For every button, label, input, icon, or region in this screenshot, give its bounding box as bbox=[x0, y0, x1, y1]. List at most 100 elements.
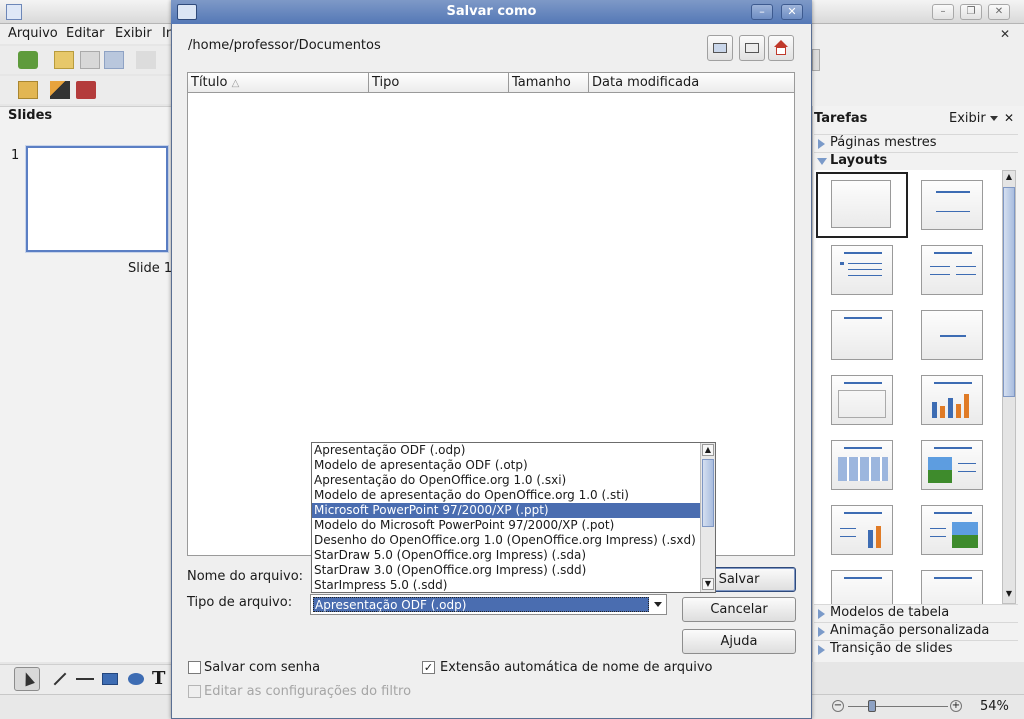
layout-title-chart[interactable] bbox=[921, 375, 983, 425]
filetype-option-highlighted[interactable]: Microsoft PowerPoint 97/2000/XP (.ppt) bbox=[312, 503, 702, 518]
layout-centered-text[interactable] bbox=[921, 310, 983, 360]
arrow-line-tool-icon[interactable] bbox=[76, 678, 94, 680]
layout-title-slide[interactable] bbox=[831, 310, 893, 360]
expand-triangle-icon bbox=[818, 627, 825, 637]
filetype-option[interactable]: StarDraw 3.0 (OpenOffice.org Impress) (.… bbox=[312, 563, 702, 578]
tasks-view-menu[interactable]: Exibir bbox=[949, 111, 986, 126]
zoom-slider-thumb[interactable] bbox=[868, 700, 876, 712]
toolbar-dropdown-icon[interactable] bbox=[812, 49, 820, 71]
task-label: Layouts bbox=[830, 153, 888, 168]
menu-arquivo[interactable]: Arquivo bbox=[8, 26, 58, 41]
view-dropdown-icon[interactable] bbox=[990, 116, 998, 121]
expand-triangle-icon bbox=[818, 645, 825, 655]
task-slide-transition[interactable]: Transição de slides bbox=[814, 640, 1018, 658]
filetype-option[interactable]: Apresentação ODF (.odp) bbox=[312, 443, 702, 458]
layout-title-content[interactable] bbox=[831, 245, 893, 295]
close-doc-icon[interactable]: ✕ bbox=[1000, 27, 1010, 41]
new-folder-icon[interactable] bbox=[739, 35, 765, 61]
right-toolbar-area: ✕ bbox=[812, 24, 1024, 106]
dialog-title: Salvar como bbox=[446, 4, 537, 19]
layouts-scrollbar[interactable]: ▲ ▼ bbox=[1002, 170, 1016, 604]
text-tool-icon[interactable]: T bbox=[152, 668, 165, 689]
column-title[interactable]: Título △ bbox=[188, 73, 369, 93]
layout-text-chart[interactable] bbox=[831, 505, 893, 555]
task-label: Animação personalizada bbox=[830, 623, 990, 638]
save-icon[interactable] bbox=[80, 51, 100, 69]
dialog-close-icon[interactable]: ✕ bbox=[781, 4, 803, 20]
layout-title-only-center[interactable] bbox=[921, 180, 983, 230]
slide-thumbnail[interactable] bbox=[26, 146, 168, 252]
save-password-checkbox[interactable] bbox=[188, 661, 201, 674]
maximize-icon[interactable]: ❐ bbox=[960, 4, 982, 20]
pencil-icon[interactable] bbox=[50, 81, 70, 99]
scroll-down-icon[interactable]: ▼ bbox=[1004, 589, 1014, 601]
chevron-down-icon[interactable] bbox=[654, 602, 662, 607]
slide-design-icon[interactable] bbox=[18, 81, 38, 99]
filetype-option[interactable]: Modelo de apresentação ODF (.otp) bbox=[312, 458, 702, 473]
filetype-selected-value: Apresentação ODF (.odp) bbox=[313, 597, 649, 612]
cancel-button[interactable]: Cancelar bbox=[682, 597, 796, 622]
filetype-option[interactable]: StarDraw 5.0 (OpenOffice.org Impress) (.… bbox=[312, 548, 702, 563]
ellipse-tool-icon[interactable] bbox=[128, 673, 144, 685]
menu-exibir[interactable]: Exibir bbox=[115, 26, 152, 41]
dialog-minimize-icon[interactable]: – bbox=[751, 4, 773, 20]
zoom-level[interactable]: 54% bbox=[980, 699, 1009, 714]
filetype-combo[interactable]: Apresentação ODF (.odp) bbox=[310, 594, 667, 615]
auto-extension-label: Extensão automática de nome de arquivo bbox=[440, 660, 713, 675]
scroll-up-icon[interactable]: ▲ bbox=[702, 444, 714, 456]
column-size[interactable]: Tamanho bbox=[509, 73, 589, 93]
minimize-icon[interactable]: – bbox=[932, 4, 954, 20]
filetype-option[interactable]: Modelo de apresentação do OpenOffice.org… bbox=[312, 488, 702, 503]
layout-title-table[interactable] bbox=[831, 440, 893, 490]
edit-file-icon[interactable] bbox=[104, 51, 124, 69]
zoom-slider[interactable] bbox=[848, 706, 948, 707]
layout-blank[interactable] bbox=[831, 180, 891, 228]
tasks-close-icon[interactable]: ✕ bbox=[1004, 111, 1014, 125]
task-master-pages[interactable]: Páginas mestres bbox=[814, 134, 1018, 152]
zoom-out-icon[interactable]: − bbox=[832, 700, 844, 712]
task-layouts[interactable]: Layouts bbox=[814, 152, 1018, 170]
layout-title-two-content[interactable] bbox=[921, 245, 983, 295]
layout-text-object[interactable] bbox=[921, 570, 983, 604]
task-table-designs[interactable]: Modelos de tabela bbox=[814, 604, 1018, 622]
up-one-level-icon[interactable] bbox=[707, 35, 733, 61]
filetype-option[interactable]: StarImpress 5.0 (.sdd) bbox=[312, 578, 702, 593]
expand-triangle-icon bbox=[818, 609, 825, 619]
filetype-option[interactable]: Apresentação do OpenOffice.org 1.0 (.sxi… bbox=[312, 473, 702, 488]
task-custom-animation[interactable]: Animação personalizada bbox=[814, 622, 1018, 640]
rocket-icon[interactable] bbox=[76, 81, 96, 99]
export-pdf-icon[interactable] bbox=[136, 51, 156, 69]
layout-title-image-text[interactable] bbox=[921, 440, 983, 490]
zoom-in-icon[interactable]: + bbox=[950, 700, 962, 712]
filetype-option[interactable]: Desenho do OpenOffice.org 1.0 (OpenOffic… bbox=[312, 533, 702, 548]
filetype-option[interactable]: Modelo do Microsoft PowerPoint 97/2000/X… bbox=[312, 518, 702, 533]
tasks-title: Tarefas bbox=[814, 111, 868, 126]
new-document-icon[interactable] bbox=[18, 51, 38, 69]
select-arrow-icon[interactable] bbox=[14, 667, 40, 691]
column-type[interactable]: Tipo bbox=[369, 73, 509, 93]
help-button[interactable]: Ajuda bbox=[682, 629, 796, 654]
filetype-dropdown-list[interactable]: Apresentação ODF (.odp) Modelo de aprese… bbox=[311, 442, 716, 593]
open-folder-icon[interactable] bbox=[54, 51, 74, 69]
scrollbar-thumb[interactable] bbox=[1003, 187, 1015, 397]
app-icon bbox=[6, 4, 22, 20]
menu-editar[interactable]: Editar bbox=[66, 26, 105, 41]
home-icon[interactable] bbox=[768, 35, 794, 61]
sort-ascending-icon: △ bbox=[231, 78, 240, 89]
layout-text-image[interactable] bbox=[921, 505, 983, 555]
scroll-up-icon[interactable]: ▲ bbox=[1004, 172, 1014, 184]
column-date-modified[interactable]: Data modificada bbox=[589, 73, 794, 93]
close-icon[interactable]: ✕ bbox=[988, 4, 1010, 20]
layouts-gallery bbox=[814, 170, 1002, 604]
rectangle-tool-icon[interactable] bbox=[102, 673, 118, 685]
menubar: Arquivo Editar Exibir In bbox=[0, 24, 175, 44]
auto-extension-checkbox[interactable]: ✓ bbox=[422, 661, 435, 674]
edit-filter-checkbox[interactable] bbox=[188, 685, 201, 698]
slide-number: 1 bbox=[11, 148, 20, 163]
scroll-down-icon[interactable]: ▼ bbox=[702, 578, 714, 590]
layout-title-box[interactable] bbox=[831, 375, 893, 425]
layout-chart-text[interactable] bbox=[831, 570, 893, 604]
dropdown-scrollbar[interactable]: ▲ ▼ bbox=[700, 443, 715, 592]
scrollbar-thumb[interactable] bbox=[702, 459, 714, 527]
line-tool-icon[interactable] bbox=[53, 672, 67, 686]
